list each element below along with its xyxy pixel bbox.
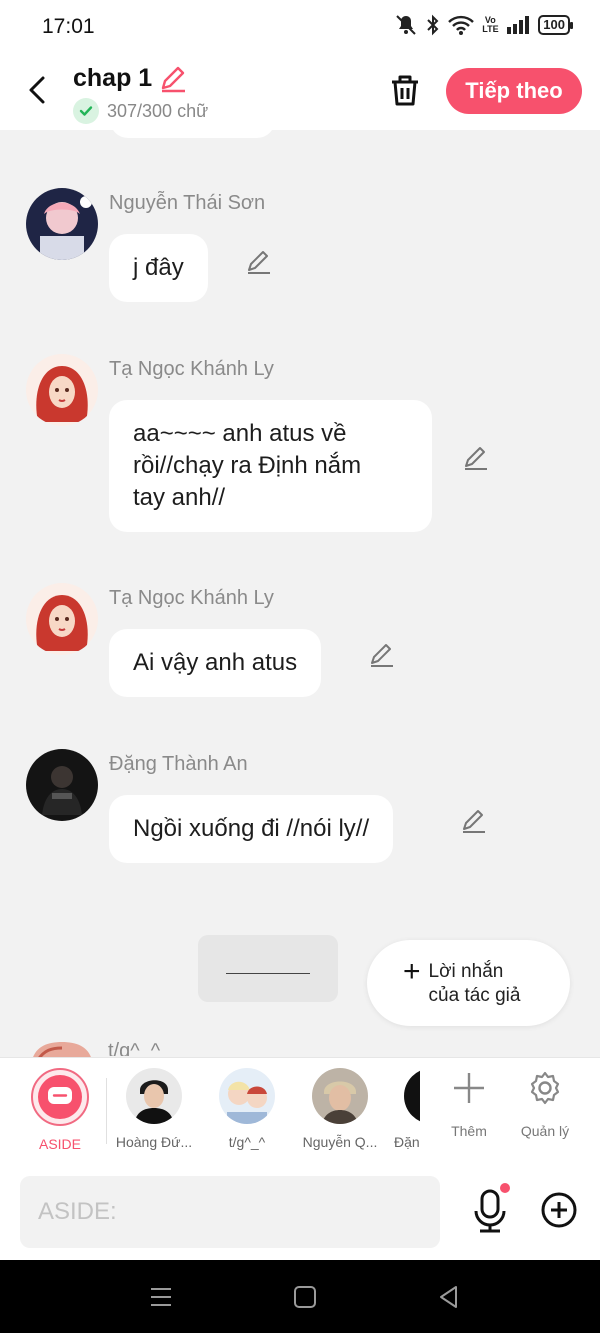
character-name: ASIDE bbox=[38, 1136, 81, 1152]
message-bubble[interactable]: aa~~~~ anh atus về rồi//chạy ra Định nắm… bbox=[109, 400, 432, 532]
menu-icon[interactable] bbox=[148, 1284, 174, 1310]
manage-label: Quản lý bbox=[520, 1123, 570, 1139]
message-text: j đây bbox=[133, 254, 184, 281]
character-bar: ASIDE Hoàng Đứ... t/g^_^ Nguyễn Q... Đặn… bbox=[0, 1057, 600, 1165]
sender-name: Nguyễn Thái Sơn bbox=[109, 192, 266, 214]
aside-avatar bbox=[31, 1068, 89, 1126]
avatar[interactable] bbox=[26, 749, 98, 821]
sender-name: Đặng Thành An bbox=[109, 753, 248, 775]
plus-icon: + bbox=[403, 955, 421, 988]
character-item[interactable]: Nguyễn Q... bbox=[295, 1068, 385, 1150]
sender-name: Tạ Ngọc Khánh Ly bbox=[109, 358, 274, 380]
wifi-icon bbox=[448, 15, 475, 35]
add-label: Thêm bbox=[451, 1123, 487, 1139]
character-aside[interactable]: ASIDE bbox=[15, 1068, 105, 1152]
message-bubble[interactable]: j đây bbox=[109, 234, 208, 302]
editor-header: chap 1 307/300 chữ Tiếp theo bbox=[0, 52, 600, 130]
plus-icon bbox=[454, 1073, 484, 1103]
chat-bubble-icon bbox=[48, 1087, 72, 1104]
edit-message-pencil-icon[interactable] bbox=[245, 248, 273, 276]
avatar[interactable] bbox=[26, 354, 98, 426]
message-line: tay anh// bbox=[133, 484, 226, 511]
home-square-icon[interactable] bbox=[292, 1284, 318, 1310]
avatar bbox=[404, 1068, 420, 1124]
character-item[interactable]: Hoàng Đứ... bbox=[109, 1068, 199, 1150]
signal-icon bbox=[507, 16, 530, 34]
character-name: Hoàng Đứ... bbox=[115, 1134, 193, 1150]
composer bbox=[0, 1165, 600, 1260]
edit-message-pencil-icon[interactable] bbox=[368, 641, 396, 669]
back-button[interactable] bbox=[22, 70, 52, 110]
message-line: rồi//chạy ra Định nắm bbox=[133, 452, 362, 479]
add-character-button[interactable]: Thêm bbox=[434, 1070, 504, 1139]
chevron-left-icon bbox=[29, 76, 45, 104]
character-name: Nguyễn Q... bbox=[302, 1134, 378, 1150]
message-text: Ai vậy anh atus bbox=[133, 649, 298, 676]
scene-divider[interactable] bbox=[198, 935, 338, 1002]
back-triangle-icon[interactable] bbox=[436, 1284, 462, 1310]
battery-icon: 100 bbox=[538, 15, 573, 35]
edit-message-pencil-icon[interactable] bbox=[462, 444, 490, 472]
chapter-title[interactable]: chap 1 bbox=[73, 64, 152, 93]
avatar bbox=[219, 1068, 275, 1124]
avatar[interactable] bbox=[26, 583, 98, 655]
divider-line bbox=[226, 973, 310, 974]
status-bar: 17:01 Vo LTE 100 bbox=[0, 0, 600, 52]
volte-icon: Vo LTE bbox=[482, 15, 499, 34]
manage-characters-button[interactable]: Quản lý bbox=[510, 1070, 580, 1139]
message-bubble[interactable]: Ai vậy anh atus bbox=[109, 629, 322, 697]
author-note-button[interactable]: + Lời nhắn của tác giả bbox=[367, 940, 570, 1026]
next-button[interactable]: Tiếp theo bbox=[446, 68, 582, 114]
avatar[interactable] bbox=[26, 188, 98, 260]
message-bubble[interactable]: Ngồi xuống đi //nói ly// bbox=[109, 795, 394, 863]
character-item[interactable]: t/g^_^ bbox=[202, 1068, 292, 1150]
previous-message-bubble bbox=[110, 120, 275, 138]
gear-icon bbox=[530, 1071, 560, 1105]
status-time: 17:01 bbox=[42, 15, 95, 38]
add-circle-icon[interactable] bbox=[540, 1191, 578, 1229]
message-line: aa~~~~ anh atus về bbox=[133, 420, 347, 447]
notification-dot bbox=[500, 1183, 510, 1193]
edit-message-pencil-icon[interactable] bbox=[460, 807, 488, 835]
character-name: Đặn bbox=[394, 1134, 420, 1150]
status-icons: Vo LTE 100 bbox=[394, 14, 573, 36]
check-icon bbox=[73, 98, 99, 124]
mute-bell-icon bbox=[396, 15, 417, 35]
avatar bbox=[126, 1068, 182, 1124]
sender-name: Tạ Ngọc Khánh Ly bbox=[109, 587, 274, 609]
sender-name: t/g^_^ bbox=[108, 1040, 161, 1056]
edit-title-pencil-icon[interactable] bbox=[158, 64, 188, 94]
bar-separator bbox=[106, 1078, 107, 1144]
system-nav-bar bbox=[0, 1260, 600, 1333]
character-item[interactable]: Đặn bbox=[388, 1068, 420, 1150]
author-note-label: Lời nhắn của tác giả bbox=[428, 961, 521, 1006]
character-name: t/g^_^ bbox=[228, 1134, 266, 1150]
trash-icon[interactable] bbox=[386, 72, 424, 110]
message-text: Ngồi xuống đi //nói ly// bbox=[133, 815, 370, 842]
word-count-text: 307/300 chữ bbox=[107, 100, 209, 121]
message-input[interactable] bbox=[20, 1176, 440, 1248]
avatar bbox=[312, 1068, 368, 1124]
bluetooth-icon bbox=[427, 14, 439, 36]
microphone-icon[interactable] bbox=[470, 1189, 510, 1233]
